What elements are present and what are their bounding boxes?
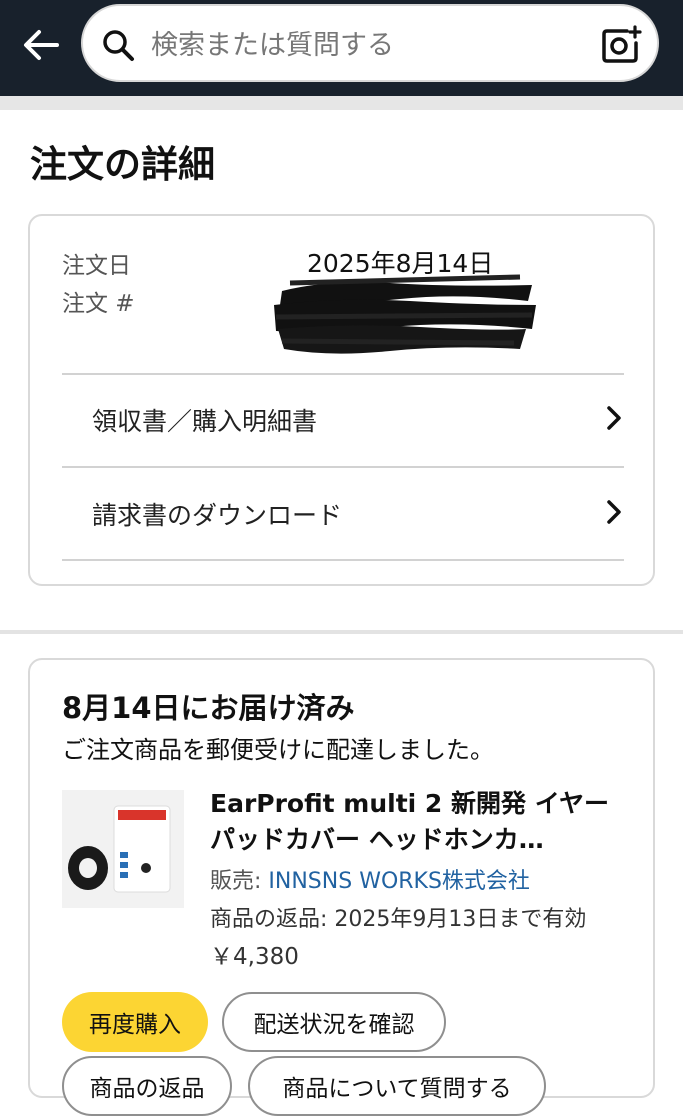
receipt-link-label: 領収書／購入明細書: [92, 407, 318, 436]
invoice-download-label: 請求書のダウンロード: [92, 501, 343, 530]
return-item-button[interactable]: 商品の返品: [62, 1056, 232, 1116]
search-input[interactable]: [149, 20, 583, 70]
receipt-link[interactable]: 領収書／購入明細書: [62, 374, 624, 464]
search-icon: [103, 30, 134, 61]
search-bar[interactable]: [81, 4, 659, 82]
redacted-order-number: [274, 274, 536, 354]
camera-search-icon: [602, 25, 642, 63]
order-number-label: 注文 #: [62, 291, 135, 317]
buy-again-button[interactable]: 再度購入: [62, 992, 208, 1052]
delivery-note: ご注文商品を郵便受けに配達しました。: [62, 736, 494, 764]
page-title: 注文の詳細: [30, 143, 215, 186]
header-separator: [0, 96, 683, 110]
seller-label: 販売:: [210, 869, 269, 894]
order-date-label: 注文日: [62, 253, 131, 279]
invoice-download-link[interactable]: 請求書のダウンロード: [62, 468, 624, 558]
return-eligibility: 商品の返品: 2025年9月13日まで有効: [210, 907, 587, 932]
product-title-link[interactable]: EarProfit multi 2 新開発 イヤーパッドカバー ヘッドホンカ…: [210, 786, 630, 858]
delivery-status: 8月14日にお届け済み: [62, 691, 355, 725]
back-arrow-icon: [24, 30, 59, 60]
product-thumbnail[interactable]: [62, 790, 184, 908]
divider: [62, 559, 624, 561]
product-price: ￥4,380: [210, 944, 299, 970]
seller-link[interactable]: INNSNS WORKS株式会社: [268, 869, 530, 894]
ask-question-button[interactable]: 商品について質問する: [248, 1056, 546, 1116]
seller-line: 販売: INNSNS WORKS株式会社: [210, 863, 530, 895]
camera-search-button[interactable]: [599, 24, 643, 66]
chevron-right-icon: [607, 500, 621, 524]
top-bar: [0, 0, 683, 96]
shipment-card: 8月14日にお届け済み ご注文商品を郵便受けに配達しました。 EarProfit…: [28, 658, 655, 1116]
section-separator: [0, 630, 683, 634]
track-package-button[interactable]: 配送状況を確認: [222, 992, 446, 1052]
back-button[interactable]: [18, 24, 64, 66]
order-info-card: 注文日 2025年8月14日 注文 # 領収書／購入明細書 請求書のダウンロード: [28, 214, 655, 586]
chevron-right-icon: [607, 406, 621, 430]
